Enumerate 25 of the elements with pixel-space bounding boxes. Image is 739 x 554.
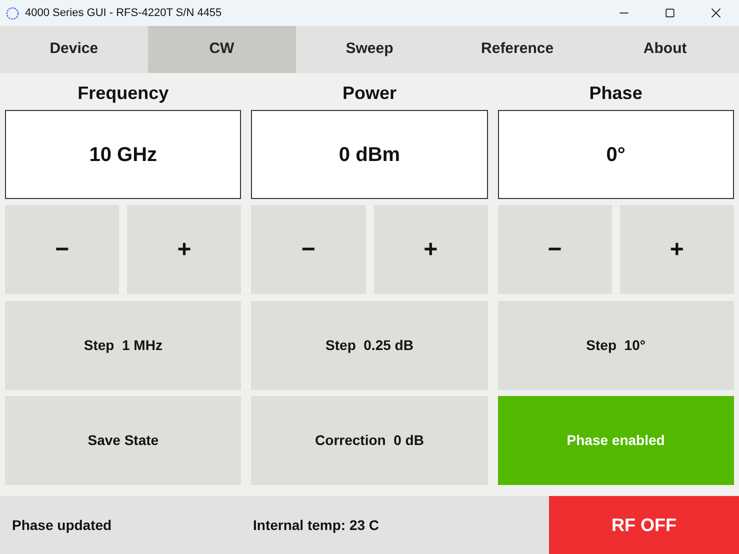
window-title: 4000 Series GUI - RFS-4220T S/N 4455 — [25, 6, 222, 21]
action-button[interactable]: Correction 0 dB — [251, 396, 488, 485]
step-button[interactable]: Step 10° — [498, 301, 734, 390]
app-icon — [6, 6, 19, 20]
step-button[interactable]: Step 1 MHz — [5, 301, 242, 390]
value-display: 0 dBm — [251, 110, 488, 199]
maximize-icon — [664, 7, 676, 19]
increment-button[interactable]: + — [127, 205, 242, 294]
column-heading: Frequency — [76, 82, 170, 104]
action-button[interactable]: Save State — [5, 396, 242, 485]
column-heading: Power — [341, 82, 398, 104]
status-message: Phase updated — [12, 516, 113, 535]
increment-button[interactable]: + — [374, 205, 488, 294]
value-display: 0° — [498, 110, 734, 199]
temperature-readout: Internal temp: 23 C — [253, 516, 380, 535]
increment-button[interactable]: + — [620, 205, 734, 294]
close-icon — [710, 7, 722, 19]
decrement-button[interactable]: − — [251, 205, 366, 294]
decrement-button[interactable]: − — [498, 205, 612, 294]
decrement-button[interactable]: − — [5, 205, 120, 294]
rf-toggle-button[interactable]: RF OFF — [549, 496, 739, 554]
step-button[interactable]: Step 0.25 dB — [251, 301, 488, 390]
column-heading: Phase — [588, 82, 644, 104]
tab[interactable]: CW — [148, 26, 296, 73]
value-display: 10 GHz — [5, 110, 242, 199]
